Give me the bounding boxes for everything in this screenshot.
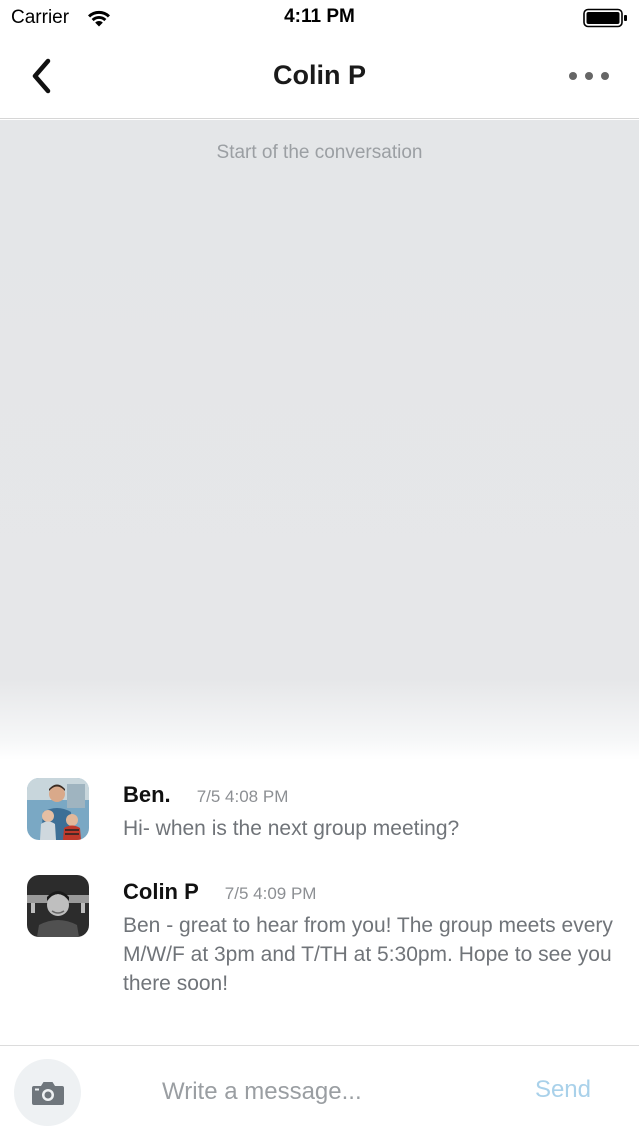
camera-button[interactable] xyxy=(14,1059,81,1126)
status-bar: Carrier 4:11 PM xyxy=(0,0,639,36)
avatar[interactable] xyxy=(27,778,89,840)
conversation-start-label: Start of the conversation xyxy=(216,142,423,163)
avatar-ben-image xyxy=(27,778,89,840)
message-timestamp: 7/5 4:09 PM xyxy=(224,884,317,903)
message-body: Colin P 7/5 4:09 PM Ben - great to hear … xyxy=(123,879,617,998)
message-item: Ben. 7/5 4:08 PM Hi- when is the next gr… xyxy=(27,778,617,858)
page-title: Colin P xyxy=(273,60,366,90)
message-body: Ben. 7/5 4:08 PM Hi- when is the next gr… xyxy=(123,782,617,843)
sender-name[interactable]: Ben. xyxy=(123,782,171,808)
nav-bar: Colin P xyxy=(0,36,639,119)
more-dot xyxy=(601,72,609,80)
more-options-button[interactable] xyxy=(569,66,609,86)
message-text: Ben - great to hear from you! The group … xyxy=(123,914,613,995)
message-timestamp: 7/5 4:08 PM xyxy=(196,787,289,806)
more-horizontal-icon xyxy=(569,72,577,80)
message-item: Colin P 7/5 4:09 PM Ben - great to hear … xyxy=(27,875,617,1005)
message-header: Colin P 7/5 4:09 PM xyxy=(123,879,617,905)
avatar-colin-image xyxy=(27,875,89,937)
sender-name[interactable]: Colin P xyxy=(123,879,199,905)
battery-icon xyxy=(583,8,627,28)
message-text: Hi- when is the next group meeting? xyxy=(123,817,460,840)
more-dot xyxy=(585,72,593,80)
send-button[interactable]: Send xyxy=(535,1076,591,1104)
conversation-area[interactable]: Start of the conversation Ben. 7/5 4:08 … xyxy=(0,120,639,1045)
message-input[interactable] xyxy=(162,1072,492,1112)
status-time: 4:11 PM xyxy=(284,6,355,27)
camera-icon xyxy=(31,1081,64,1105)
avatar[interactable] xyxy=(27,875,89,937)
message-composer: Send xyxy=(0,1045,639,1136)
message-header: Ben. 7/5 4:08 PM xyxy=(123,782,617,808)
